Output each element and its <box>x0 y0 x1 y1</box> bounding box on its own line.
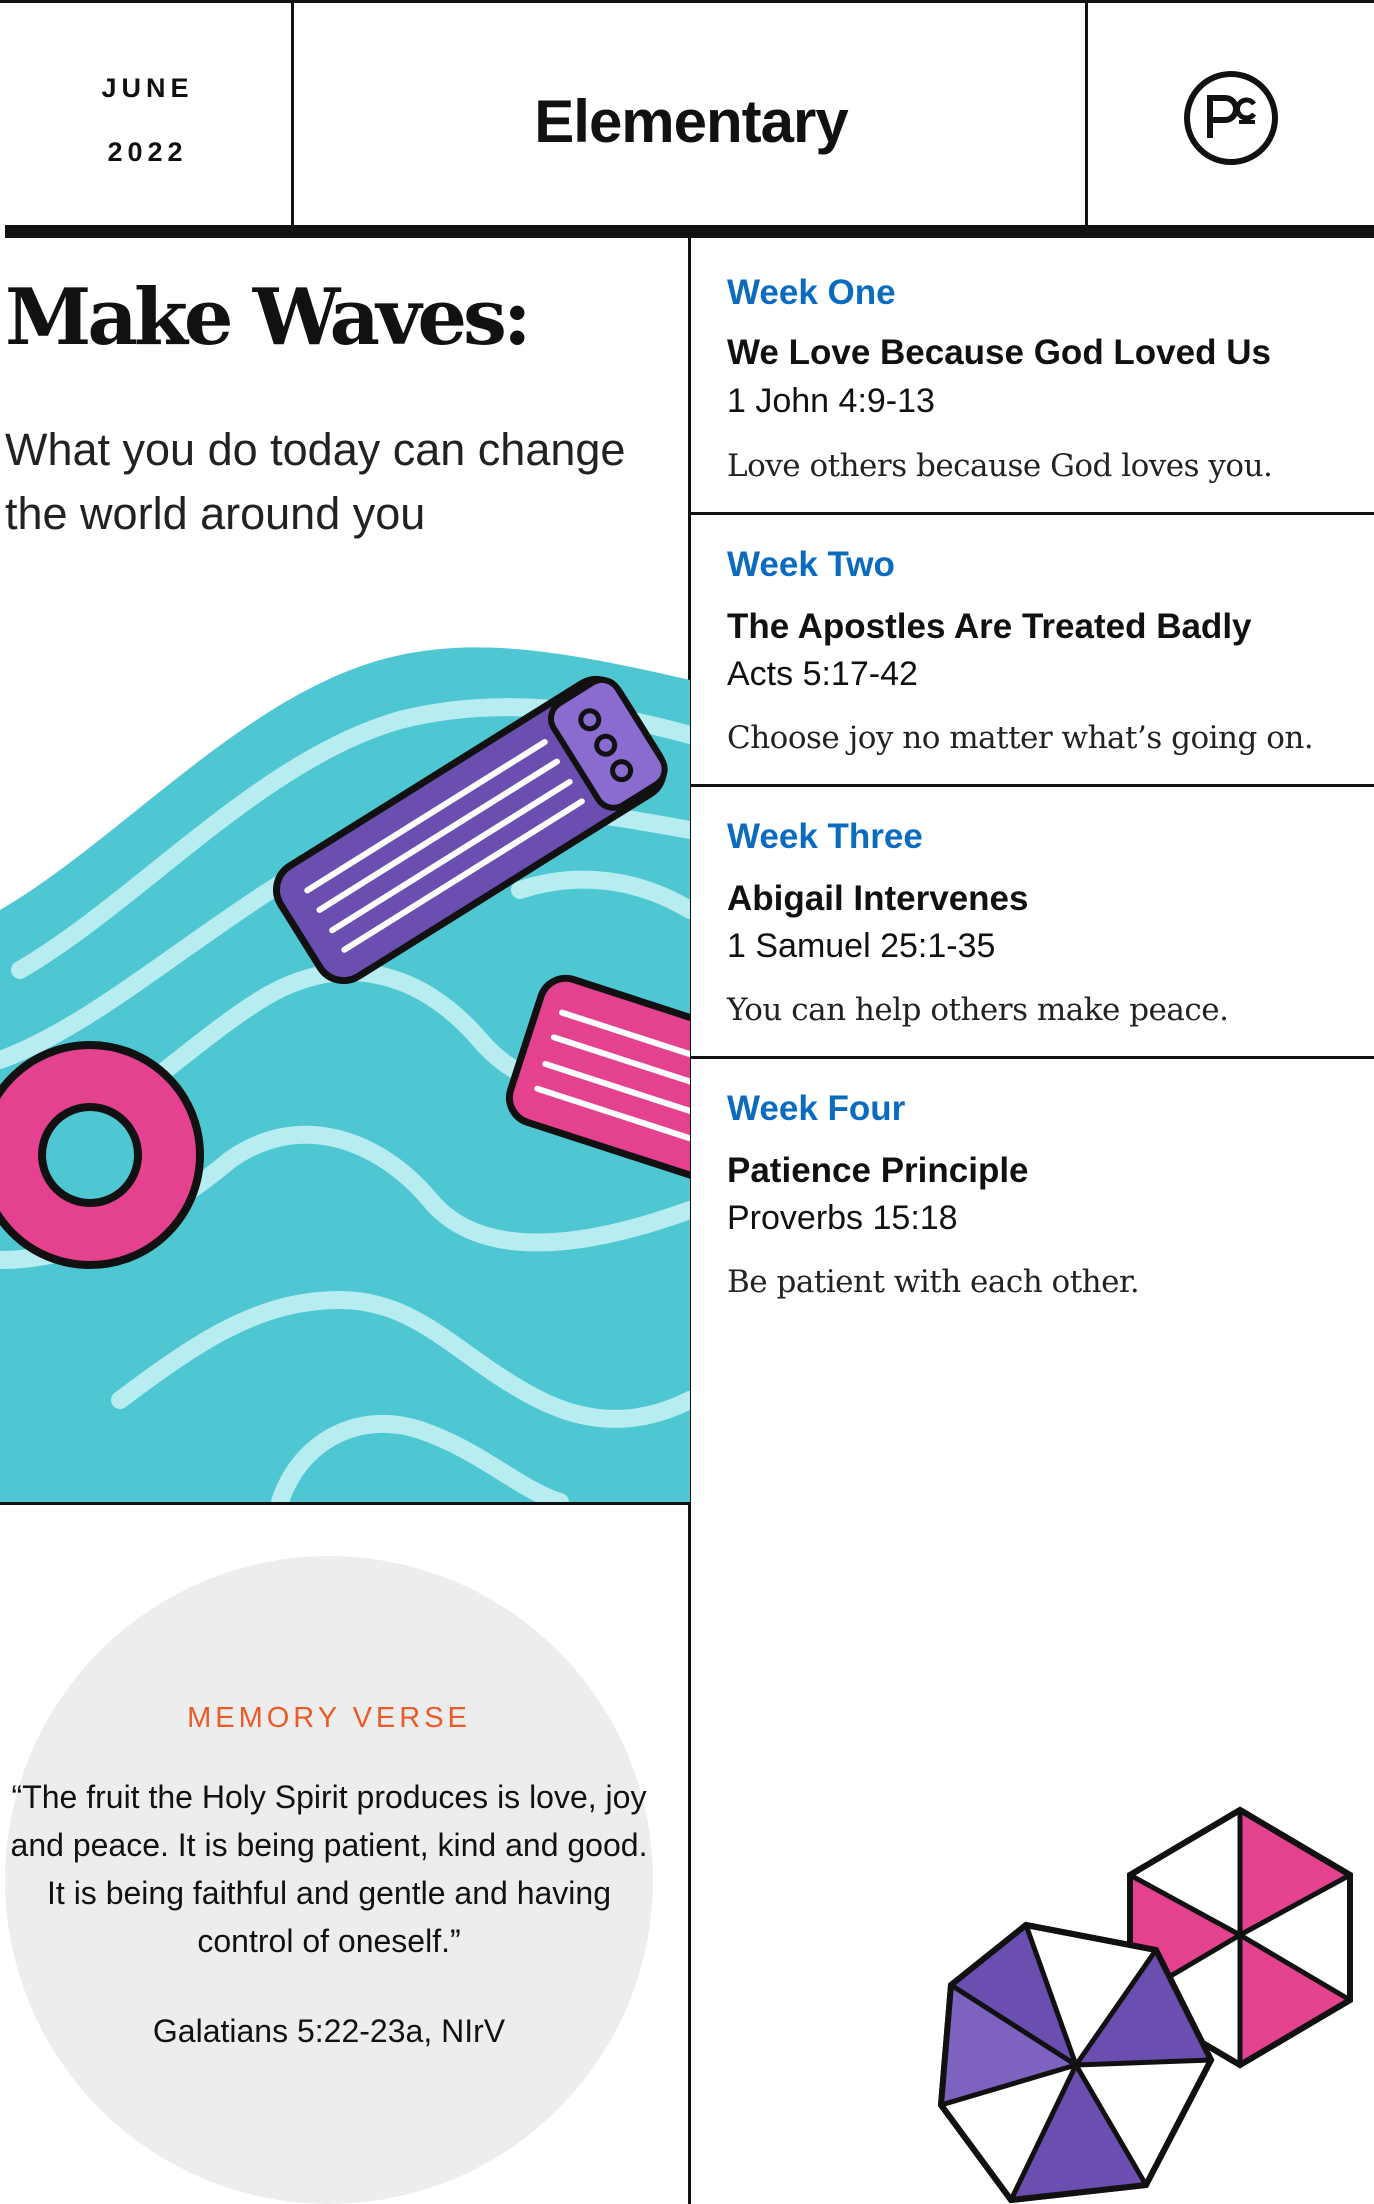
week-takeaway: You can help others make peace. <box>727 992 1229 1028</box>
memory-verse-text: “The fruit the Holy Spirit produces is l… <box>10 1779 648 1959</box>
week-title: Patience Principle <box>727 1151 1029 1190</box>
week-reference: 1 John 4:9-13 <box>727 382 935 420</box>
week-takeaway: Love others because God loves you. <box>727 448 1273 484</box>
week-reference: 1 Samuel 25:1-35 <box>727 927 996 965</box>
week-takeaway: Be patient with each other. <box>727 1264 1140 1300</box>
week-label: Week Two <box>727 545 895 584</box>
week-two: Week Two The Apostles Are Treated Badly … <box>691 515 1374 787</box>
week-title: Abigail Intervenes <box>727 879 1029 918</box>
week-three: Week Three Abigail Intervenes 1 Samuel 2… <box>691 787 1374 1059</box>
week-label: Week One <box>727 273 896 312</box>
memory-verse-reference: Galatians 5:22-23a, NIrV <box>152 2013 506 2049</box>
week-reference: Proverbs 15:18 <box>727 1199 958 1237</box>
week-title: We Love Because God Loved Us <box>727 333 1271 372</box>
memory-verse-label: MEMORY VERSE <box>187 1702 471 1734</box>
pc-logo-icon <box>1184 71 1278 165</box>
series-title: Make Waves: <box>5 272 532 363</box>
header: JUNE 2022 Elementary <box>0 0 1374 238</box>
section-divider <box>0 1502 690 1505</box>
issue-month: JUNE <box>101 73 194 103</box>
week-label: Week Four <box>727 1089 906 1128</box>
week-title: The Apostles Are Treated Badly <box>727 607 1252 646</box>
week-label: Week Three <box>727 817 923 856</box>
beach-umbrellas-illustration <box>937 1806 1353 2204</box>
issue-year: 2022 <box>107 137 188 167</box>
week-takeaway: Choose joy no matter what’s going on. <box>727 720 1314 756</box>
pool-illustration <box>0 647 690 1502</box>
series-subtitle: What you do today can change the world a… <box>5 424 626 539</box>
week-four: Week Four Patience Principle Proverbs 15… <box>691 1059 1374 1331</box>
week-one: Week One We Love Because God Loved Us 1 … <box>691 235 1374 515</box>
page-title: Elementary <box>534 88 849 155</box>
week-reference: Acts 5:17-42 <box>727 655 918 693</box>
